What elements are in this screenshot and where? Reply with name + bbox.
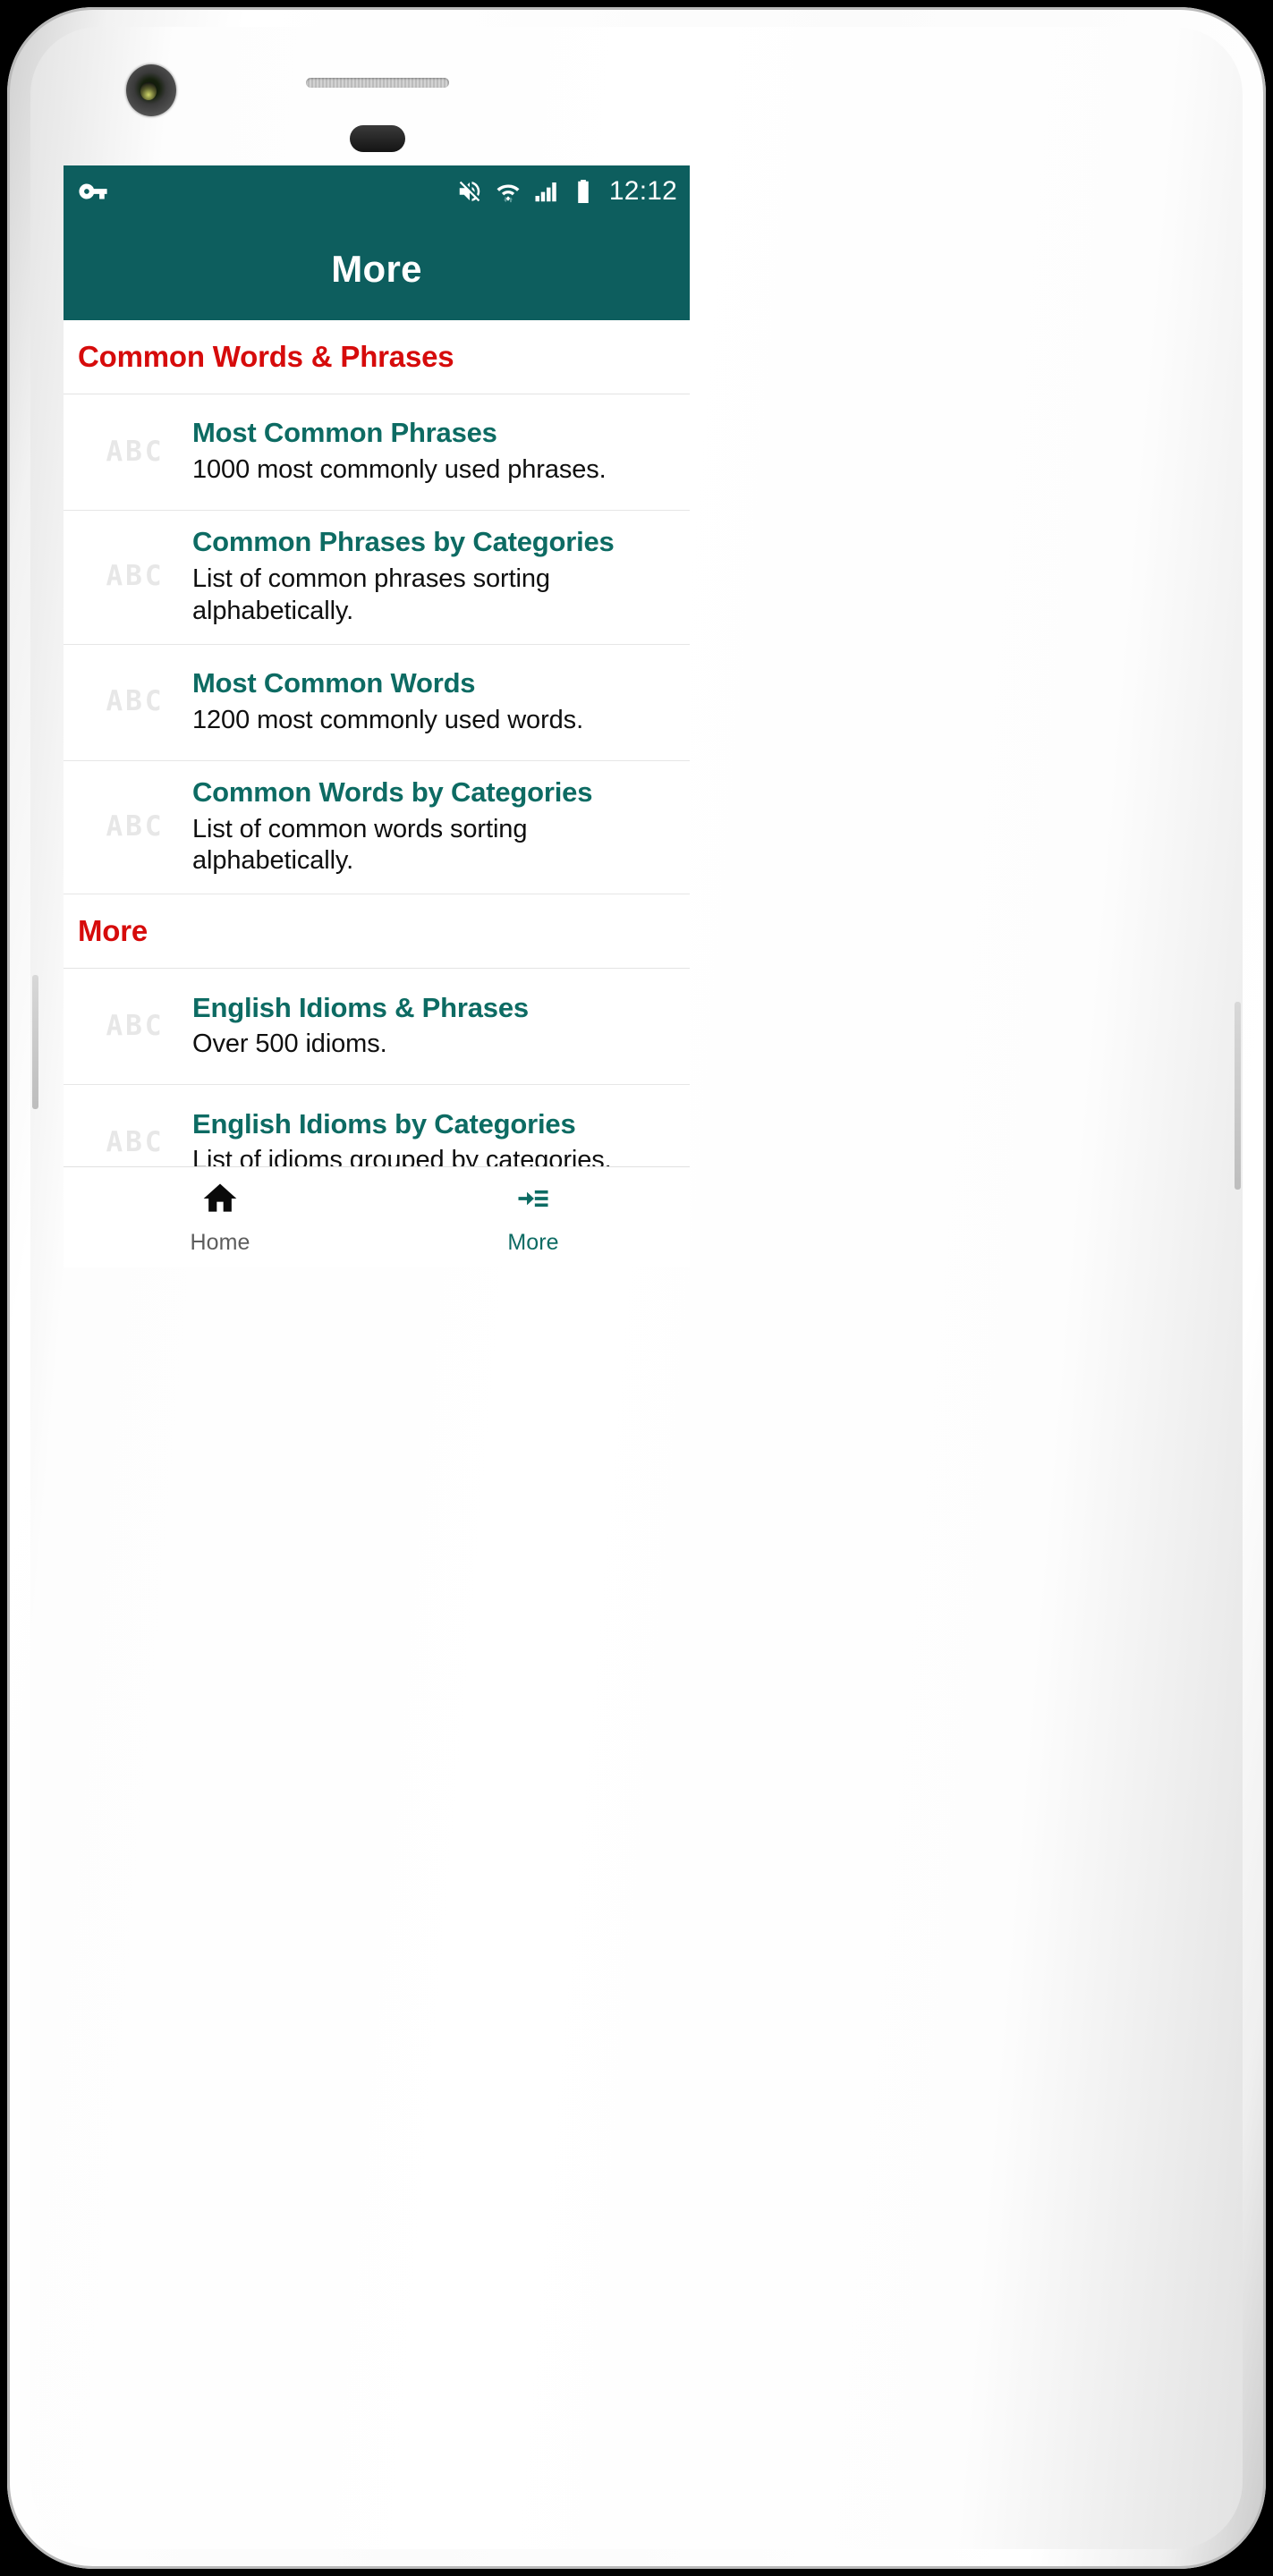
abc-icon: ABC (78, 436, 192, 468)
abc-icon-text: ABC (106, 1009, 165, 1042)
app-bar: More (64, 217, 690, 320)
phone-screen: 12:12 More Common Words & Phrases ABC Mo… (64, 165, 690, 1267)
list-item-english-idioms-phrases[interactable]: ABC English Idioms & Phrases Over 500 id… (64, 969, 690, 1086)
abc-icon-text: ABC (106, 1125, 165, 1158)
hardware-home-button[interactable] (350, 125, 405, 152)
battery-full-icon (572, 178, 595, 205)
front-camera (126, 64, 176, 116)
list-item-title: English Idioms by Categories (192, 1107, 576, 1140)
section-header-common-words-phrases: Common Words & Phrases (64, 320, 690, 394)
list-item-subtitle: 1000 most commonly used phrases. (192, 454, 607, 484)
read-more-icon (513, 1179, 553, 1223)
list-item-common-words-by-categories[interactable]: ABC Common Words by Categories List of c… (64, 760, 690, 895)
abc-icon: ABC (78, 560, 192, 592)
nav-tab-home[interactable]: Home (64, 1167, 377, 1267)
list-item-title: Most Common Words (192, 666, 476, 699)
list-item-title: Common Words by Categories (192, 775, 593, 808)
abc-icon: ABC (78, 810, 192, 843)
nav-tab-more-label: More (507, 1230, 559, 1255)
section-header-label: Common Words & Phrases (78, 340, 454, 373)
status-bar-clock: 12:12 (608, 176, 677, 206)
abc-icon-text: ABC (106, 435, 165, 468)
power-side-button[interactable] (1235, 1002, 1241, 1190)
abc-icon-text: ABC (106, 685, 165, 718)
list-item-common-phrases-by-categories[interactable]: ABC Common Phrases by Categories List of… (64, 511, 690, 645)
list-item-subtitle: Over 500 idioms. (192, 1030, 387, 1059)
vpn-key-icon (78, 176, 108, 207)
list-item-text: Most Common Phrases 1000 most commonly u… (192, 416, 675, 487)
abc-icon: ABC (78, 685, 192, 717)
nav-tab-more[interactable]: More (377, 1167, 690, 1267)
volume-side-button[interactable] (32, 975, 38, 1109)
bottom-navigation-bar: Home More (64, 1166, 690, 1267)
volume-off-icon (456, 178, 483, 205)
nav-tab-home-label: Home (190, 1230, 250, 1255)
list-item-title: English Idioms & Phrases (192, 991, 529, 1023)
home-icon (200, 1179, 240, 1223)
list-item-subtitle: 1200 most commonly used words. (192, 705, 584, 734)
wifi-icon (495, 178, 522, 205)
signal-cellular-icon (533, 178, 560, 205)
abc-icon: ABC (78, 1126, 192, 1158)
list-item-title: Common Phrases by Categories (192, 526, 615, 557)
phone-body: 12:12 More Common Words & Phrases ABC Mo… (30, 27, 1243, 2549)
list-item-subtitle: List of common phrases sorting alphabeti… (192, 564, 550, 625)
list-item-subtitle: List of common words sorting alphabetica… (192, 814, 528, 876)
section-header-label: More (78, 914, 149, 948)
phone-device-frame: 12:12 More Common Words & Phrases ABC Mo… (7, 7, 1266, 2569)
list-item-title: Most Common Phrases (192, 417, 497, 449)
status-bar-right-icons: 12:12 (456, 176, 677, 207)
status-bar-left-icons (78, 176, 108, 207)
abc-icon-text: ABC (106, 560, 165, 593)
abc-icon: ABC (78, 1010, 192, 1042)
section-header-more: More (64, 894, 690, 970)
list-item-text: Common Words by Categories List of commo… (192, 775, 675, 878)
list-item-most-common-words[interactable]: ABC Most Common Words 1200 most commonly… (64, 644, 690, 761)
page-title: More (331, 247, 422, 290)
list-item-text: English Idioms & Phrases Over 500 idioms… (192, 991, 675, 1062)
list-item-text: Most Common Words 1200 most commonly use… (192, 666, 675, 737)
status-bar: 12:12 (64, 165, 690, 217)
list-item-most-common-phrases[interactable]: ABC Most Common Phrases 1000 most common… (64, 394, 690, 511)
settings-list-scroll-area[interactable]: Common Words & Phrases ABC Most Common P… (64, 320, 690, 1267)
abc-icon-text: ABC (106, 810, 165, 843)
earpiece-speaker (306, 78, 449, 88)
list-item-text: Common Phrases by Categories List of com… (192, 525, 675, 628)
